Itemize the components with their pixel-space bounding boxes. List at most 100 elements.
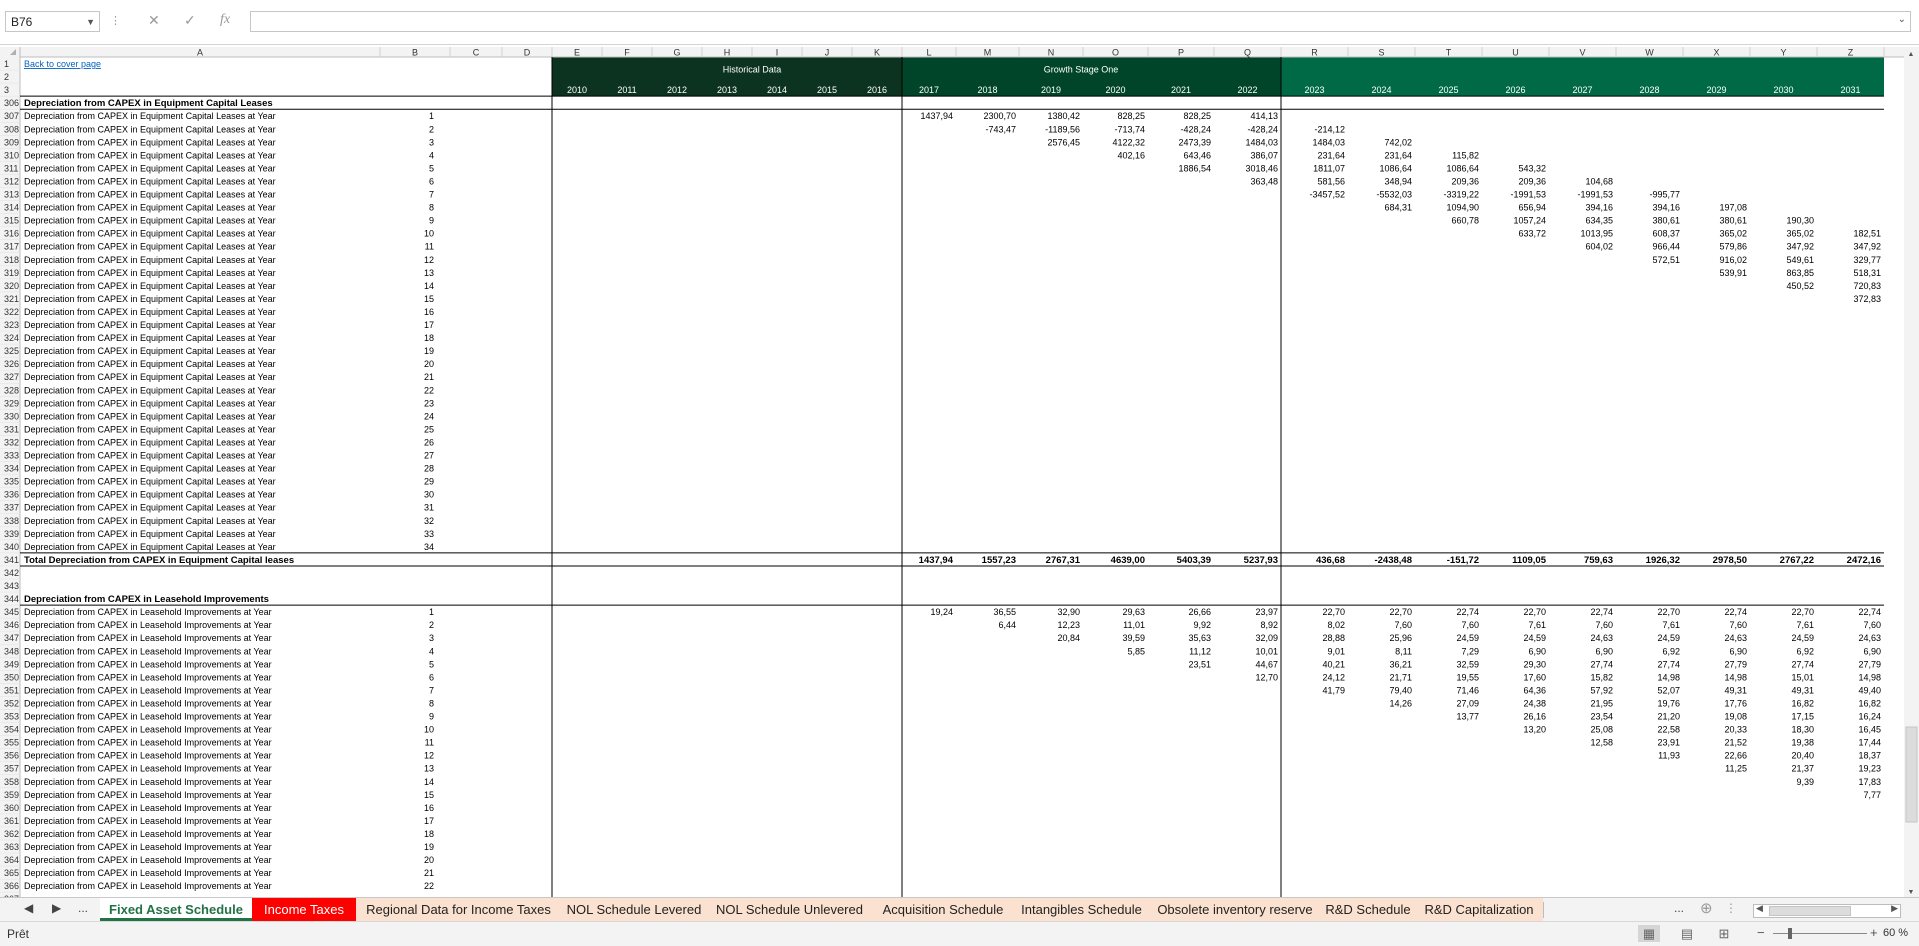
row-header: 354 [4, 725, 19, 735]
row-header: 314 [4, 203, 19, 213]
tab-r-d-schedule[interactable]: R&D Schedule [1321, 898, 1415, 921]
cell-value: 372,83 [1853, 294, 1881, 304]
tab-nol-schedule-unlevered[interactable]: NOL Schedule Unlevered [707, 898, 872, 921]
row-header: 319 [4, 268, 19, 278]
cell-value: -995,77 [1649, 190, 1680, 200]
column-header-n: N [1048, 48, 1055, 58]
expand-formula-bar-icon[interactable]: ⌄ [1898, 14, 1906, 25]
row-label: Depreciation from CAPEX in Leasehold Imp… [24, 803, 272, 813]
page-break-view-icon[interactable]: ⊞ [1713, 925, 1735, 942]
add-sheet-icon[interactable]: ⊕ [1700, 899, 1713, 917]
column-header-j: J [825, 48, 830, 58]
cell-value: 182,51 [1853, 229, 1881, 239]
zoom-out-icon[interactable]: − [1757, 925, 1765, 940]
tab-nol-schedule-levered[interactable]: NOL Schedule Levered [561, 898, 707, 921]
zoom-slider-thumb[interactable] [1788, 928, 1792, 939]
cell-value: 604,02 [1585, 242, 1613, 252]
year-index: 11 [425, 242, 434, 252]
tab-fixed-asset-schedule[interactable]: Fixed Asset Schedule [100, 898, 252, 921]
page-layout-view-icon[interactable]: ▤ [1676, 925, 1698, 942]
cell-value: 1811,07 [1313, 163, 1345, 173]
formula-input[interactable]: ⌄ [250, 11, 1911, 32]
cell-value: 13,20 [1523, 725, 1546, 735]
year-2023: 2023 [1304, 85, 1324, 95]
normal-view-icon[interactable]: ▦ [1638, 925, 1660, 942]
cell-value: 549,61 [1786, 255, 1814, 265]
year-2026: 2026 [1505, 85, 1525, 95]
zoom-level[interactable]: 60 % [1883, 927, 1908, 939]
cell-value: 348,94 [1384, 176, 1412, 186]
tab-nav-prev-icon[interactable]: ◀ [24, 901, 33, 915]
scroll-left-icon[interactable]: ◀ [1756, 903, 1763, 914]
cell-value: 49,31 [1791, 685, 1814, 695]
tab-r-d-capitalization[interactable]: R&D Capitalization [1415, 898, 1543, 921]
cell-value: 14,98 [1858, 672, 1881, 682]
row-header: 346 [4, 620, 19, 630]
column-header-d: D [524, 48, 531, 58]
year-index: 17 [424, 320, 434, 330]
tab-regional-data-for-income-taxes[interactable]: Regional Data for Income Taxes [356, 898, 561, 921]
spreadsheet-grid[interactable]: A B C D E F G H I J K L M N O P Q R S T U V W X Y Z Historical Dat… [0, 44, 1919, 897]
cell-value: 231,64 [1384, 150, 1412, 160]
column-header-u: U [1512, 48, 1519, 58]
cell-value: 543,32 [1518, 163, 1546, 173]
cell-value: 24,59 [1657, 633, 1680, 643]
total-label: Total Depreciation from CAPEX in Equipme… [24, 555, 294, 566]
chevron-down-icon[interactable]: ▼ [86, 12, 95, 33]
cell-value: 12,70 [1255, 672, 1278, 682]
insert-function-icon[interactable]: fx [220, 12, 230, 28]
cell-value: 1886,54 [1178, 163, 1211, 173]
cell-value: 329,77 [1853, 255, 1881, 265]
scrollbar-thumb[interactable] [1769, 906, 1851, 916]
tab-obsolete-inventory-reserve[interactable]: Obsolete inventory reserve [1149, 898, 1321, 921]
year-index: 3 [429, 137, 434, 147]
cell-value: 9,39 [1796, 777, 1814, 787]
tab-intangibles-schedule[interactable]: Intangibles Schedule [1014, 898, 1149, 921]
tab-nav-more[interactable]: ... [78, 901, 88, 915]
year-index: 2 [429, 124, 434, 134]
tabs-overflow[interactable]: ... [1674, 901, 1684, 915]
cell-value: 10,01 [1255, 646, 1278, 656]
tab-income-taxes[interactable]: Income Taxes [252, 898, 356, 921]
row-label: Depreciation from CAPEX in Leasehold Imp… [24, 842, 272, 852]
column-header-f: F [624, 48, 630, 58]
cell-value: 450,52 [1786, 281, 1814, 291]
row-header: 318 [4, 255, 19, 265]
scroll-right-icon[interactable]: ▶ [1891, 903, 1898, 914]
row-header: 356 [4, 751, 19, 761]
cell-value: 7,29 [1461, 646, 1479, 656]
zoom-in-icon[interactable]: + [1870, 925, 1878, 940]
year-index: 5 [429, 659, 434, 669]
name-box[interactable]: B76 ▼ [5, 11, 100, 32]
cell-value: 1094,90 [1446, 203, 1479, 213]
row-label: Depreciation from CAPEX in Equipment Cap… [24, 111, 276, 121]
cell-value: 363,48 [1250, 176, 1278, 186]
column-header-o: O [1112, 48, 1119, 58]
row-header: 322 [4, 307, 19, 317]
cell-value: 518,31 [1853, 268, 1881, 278]
status-bar: Prêt ▦ ▤ ⊞ − + 60 % [0, 921, 1919, 946]
year-index: 2 [429, 620, 434, 630]
tab-acquisition-schedule[interactable]: Acquisition Schedule [872, 898, 1014, 921]
cell-value: 115,82 [1452, 150, 1479, 160]
enter-icon[interactable]: ✓ [184, 12, 196, 29]
total-value: 1557,23 [982, 555, 1016, 566]
horizontal-scrollbar[interactable]: ◀ ▶ [1753, 903, 1901, 918]
back-to-cover-link[interactable]: Back to cover page [24, 59, 101, 69]
tab-nav-next-icon[interactable]: ▶ [52, 901, 61, 915]
cell-value: 21,37 [1791, 764, 1814, 774]
scroll-up-icon[interactable]: ▲ [1908, 51, 1915, 58]
year-2012: 2012 [667, 85, 687, 95]
row-header: 326 [4, 359, 19, 369]
row-header: 365 [4, 868, 19, 878]
grid-canvas[interactable]: A B C D E F G H I J K L M N O P Q R S T U V W X Y Z Historical Dat… [0, 44, 1919, 897]
row-label: Depreciation from CAPEX in Leasehold Imp… [24, 633, 272, 643]
cancel-icon[interactable]: ✕ [148, 12, 160, 29]
row-header: 1 [4, 59, 9, 69]
vertical-scrollbar-thumb[interactable] [1905, 726, 1918, 823]
scroll-down-icon[interactable]: ▼ [1908, 889, 1915, 896]
cell-value: 828,25 [1183, 111, 1211, 121]
cell-value: 21,95 [1590, 698, 1613, 708]
row-header: 342 [4, 568, 19, 578]
total-value: 2978,50 [1713, 555, 1747, 566]
